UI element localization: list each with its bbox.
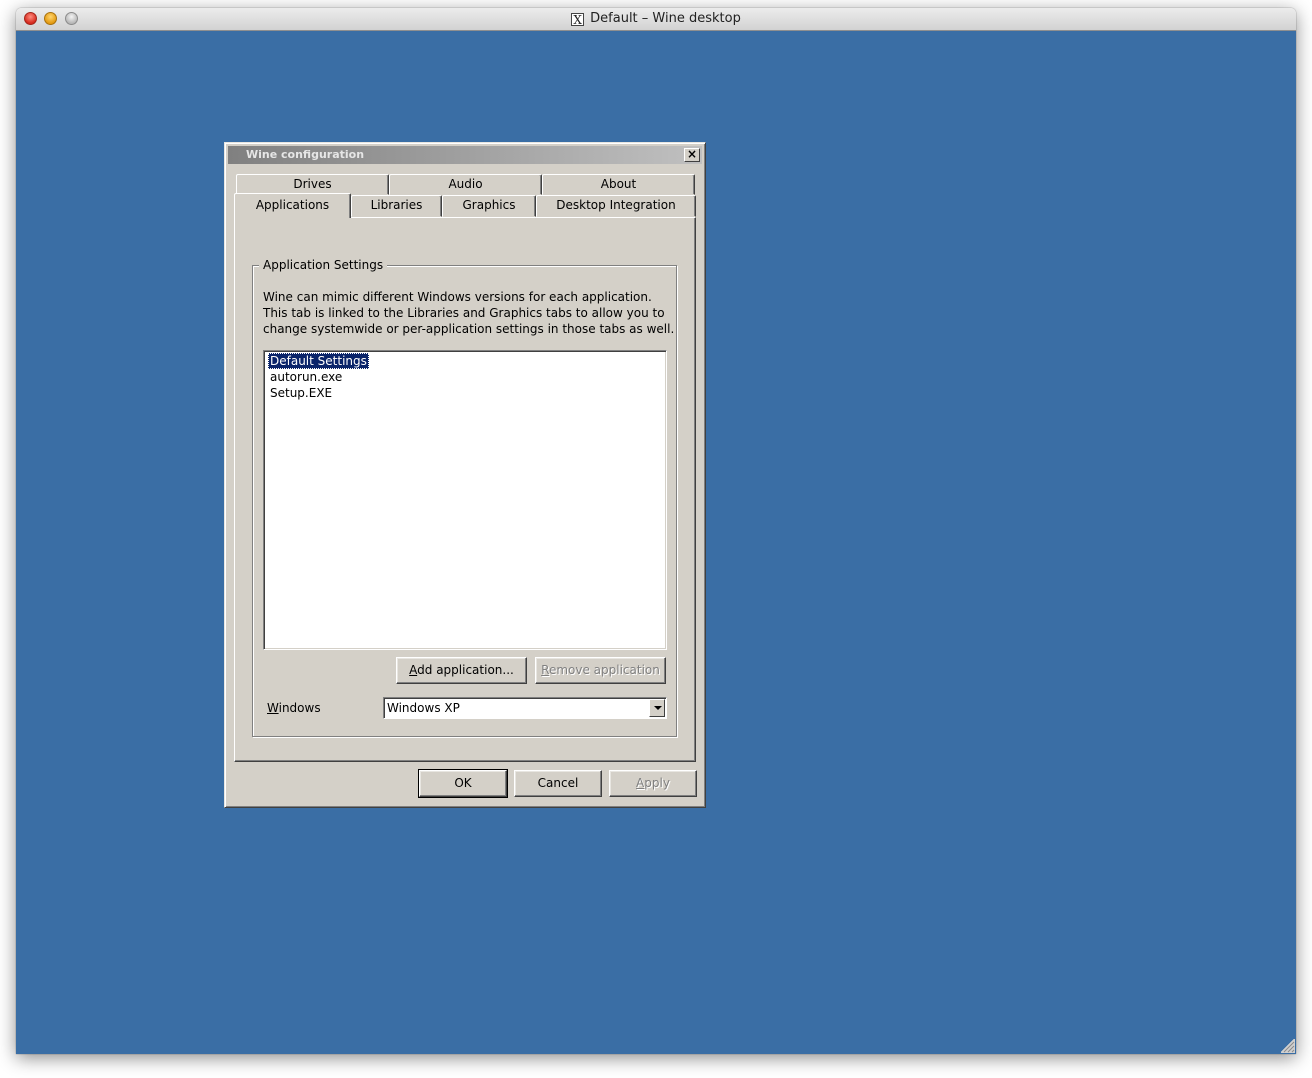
wine-configuration-dialog: Wine configuration × Drives Audio About …: [224, 142, 706, 808]
dialog-close-button[interactable]: ×: [684, 148, 700, 162]
tab-audio[interactable]: Audio: [389, 174, 542, 195]
add-application-button[interactable]: Add application...: [396, 657, 527, 684]
tab-libraries[interactable]: Libraries: [351, 195, 442, 217]
window-titlebar[interactable]: X Default – Wine desktop: [16, 8, 1296, 31]
cancel-button[interactable]: Cancel: [514, 770, 602, 797]
label-text: indows: [278, 701, 321, 715]
tab-applications[interactable]: Applications: [234, 193, 351, 218]
button-label: pply: [644, 776, 670, 790]
apply-button[interactable]: Apply: [609, 770, 697, 797]
dialog-title: Wine configuration: [246, 148, 365, 161]
applications-listbox[interactable]: Default Settings autorun.exe Setup.EXE: [263, 350, 667, 650]
description-text: Wine can mimic different Windows version…: [263, 289, 675, 337]
description-line: This tab is linked to the Libraries and …: [263, 306, 665, 320]
tab-about[interactable]: About: [542, 174, 695, 195]
description-line: Wine can mimic different Windows version…: [263, 290, 652, 304]
tab-desktop-integration[interactable]: Desktop Integration: [536, 195, 696, 217]
mnemonic-letter: A: [409, 663, 418, 677]
desktop-area: Wine configuration × Drives Audio About …: [16, 31, 1296, 1054]
window-title-text: Default – Wine desktop: [590, 11, 741, 26]
window-title: X Default – Wine desktop: [16, 8, 1296, 30]
description-line: change systemwide or per-application set…: [263, 322, 675, 336]
list-item-setup[interactable]: Setup.EXE: [268, 385, 334, 401]
tab-drives[interactable]: Drives: [236, 174, 389, 195]
tab-graphics[interactable]: Graphics: [442, 195, 536, 217]
windows-version-value: Windows XP: [387, 701, 460, 715]
mnemonic-letter: W: [267, 701, 279, 715]
dropdown-arrow-icon[interactable]: [649, 699, 665, 717]
button-label: emove application: [548, 663, 660, 677]
x11-icon: X: [571, 13, 585, 26]
resize-grip-icon[interactable]: [1281, 1039, 1295, 1053]
mnemonic-letter: R: [541, 663, 549, 677]
list-item-default-settings[interactable]: Default Settings: [268, 353, 369, 369]
remove-application-button[interactable]: Remove application: [535, 657, 666, 684]
dialog-titlebar[interactable]: Wine configuration ×: [228, 146, 702, 164]
group-label: Application Settings: [259, 257, 388, 273]
windows-version-label: Windows: [267, 700, 321, 716]
list-item-autorun[interactable]: autorun.exe: [268, 369, 344, 385]
ok-button[interactable]: OK: [418, 769, 508, 798]
button-label: dd application...: [417, 663, 514, 677]
wine-desktop-window: X Default – Wine desktop Wine configurati…: [16, 8, 1296, 1054]
windows-version-select[interactable]: Windows XP: [383, 697, 667, 719]
